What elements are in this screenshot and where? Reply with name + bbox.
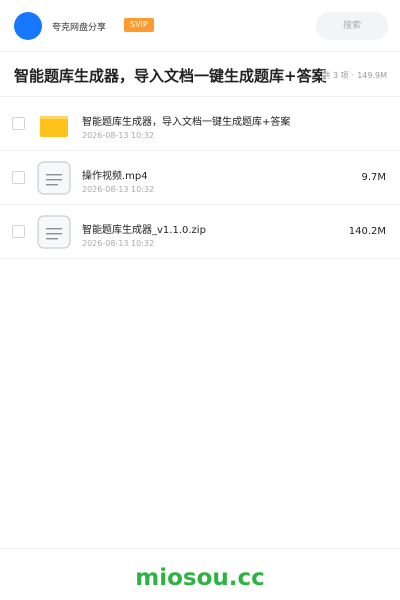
file-date: 2026-08-13 10:32 [82, 239, 155, 248]
top-bar: 夸克网盘分享 SVIP 搜索 [0, 0, 400, 52]
file-icon [37, 161, 71, 195]
avatar[interactable] [14, 12, 42, 40]
watermark: miosou.cc [135, 565, 265, 591]
row-checkbox[interactable] [12, 117, 25, 130]
row-checkbox[interactable] [12, 171, 25, 184]
row-checkbox[interactable] [12, 225, 25, 238]
file-date: 2026-08-13 10:32 [82, 185, 155, 194]
file-size: 140.2M [348, 226, 386, 237]
file-name: 智能题库生成器_v1.1.0.zip [82, 225, 206, 236]
share-header: 智能题库生成器，导入文档一键生成题库+答案 共 3 项 · 149.9M [0, 52, 400, 97]
folder-icon [40, 116, 68, 137]
svip-badge[interactable]: SVIP [124, 18, 154, 32]
share-summary: 共 3 项 · 149.9M [322, 70, 387, 81]
footer: miosou.cc [0, 548, 400, 600]
app-name: 夸克网盘分享 [52, 23, 107, 33]
item-count: 共 3 项 [322, 71, 349, 80]
list-item-folder[interactable]: 智能题库生成器，导入文档一键生成题库+答案 2026-08-13 10:32 [0, 97, 400, 151]
file-date: 2026-08-13 10:32 [82, 131, 155, 140]
file-name: 操作视频.mp4 [82, 171, 148, 182]
file-name: 智能题库生成器，导入文档一键生成题库+答案 [82, 117, 291, 128]
search-input[interactable]: 搜索 [316, 12, 388, 40]
list-item-zip[interactable]: 智能题库生成器_v1.1.0.zip 2026-08-13 10:32 140.… [0, 205, 400, 259]
list-item-video[interactable]: 操作视频.mp4 2026-08-13 10:32 9.7M [0, 151, 400, 205]
summary-separator: · [351, 71, 355, 80]
total-size: 149.9M [357, 71, 387, 80]
file-size: 9.7M [361, 172, 386, 183]
page-title: 智能题库生成器，导入文档一键生成题库+答案 [14, 67, 326, 85]
file-icon [37, 215, 71, 249]
